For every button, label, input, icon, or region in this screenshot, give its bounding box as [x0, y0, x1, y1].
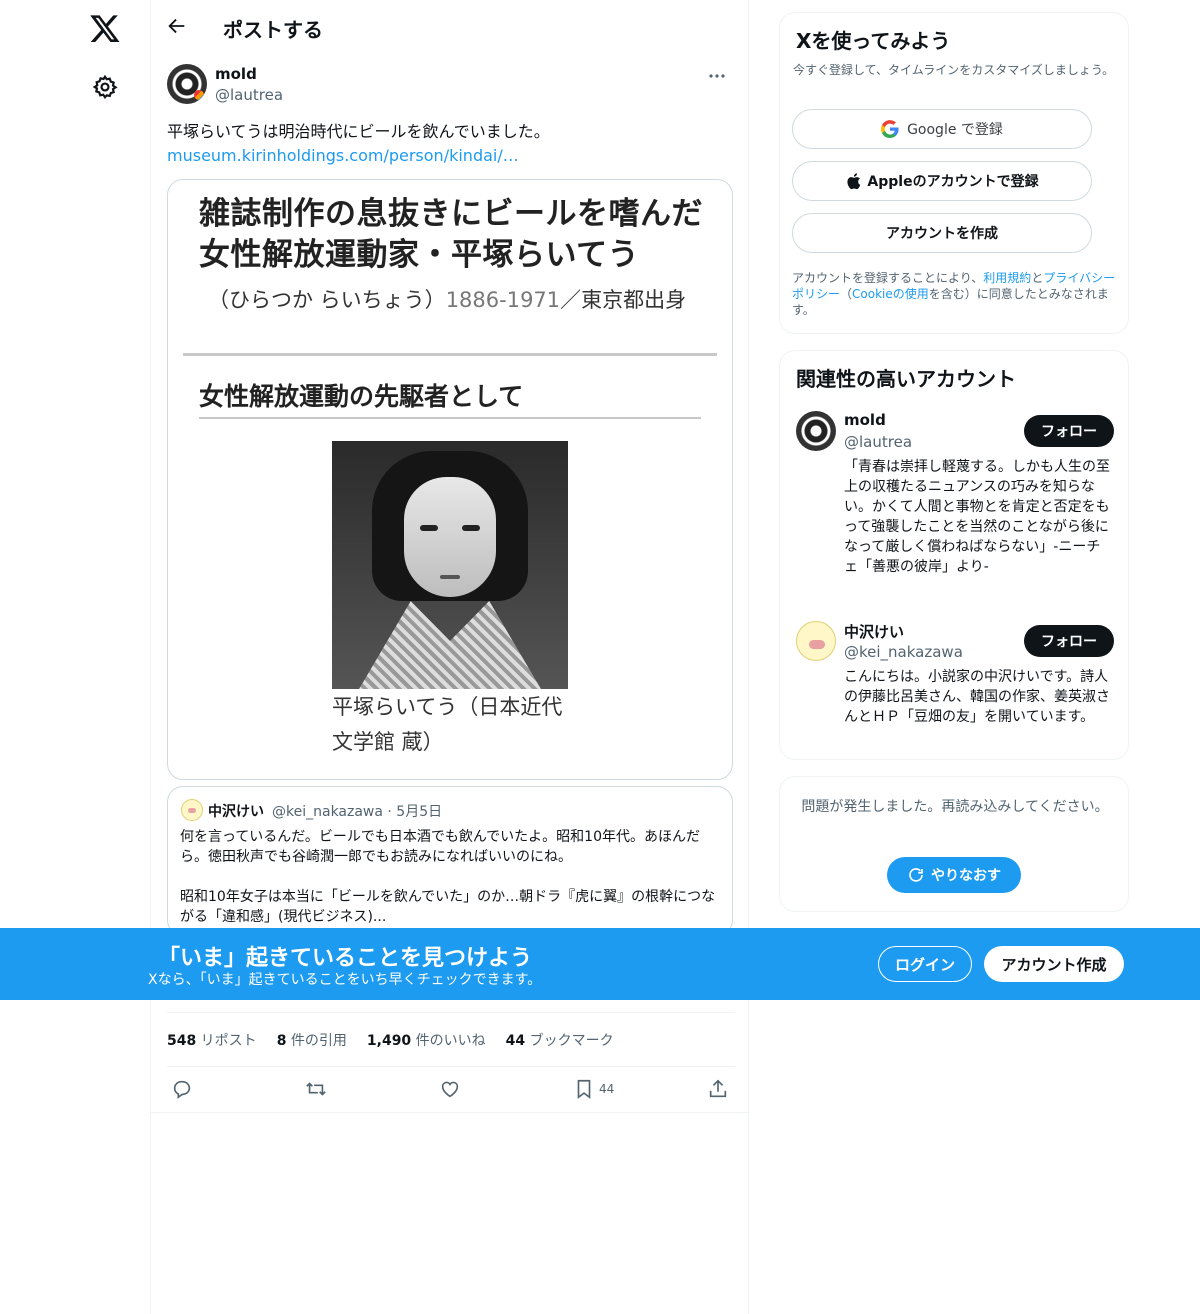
related-user[interactable]: mold @lautrea フォロー 「青春は崇拝し軽蔑する。しかも人生の至上の…	[796, 411, 1114, 601]
banner-subtitle: Xなら、「いま」起きていることをいち早くチェックできます。	[148, 972, 542, 988]
media-reading: （ひらつか らいちょう）	[208, 288, 446, 312]
share-icon[interactable]	[707, 1078, 729, 1100]
photo-caption-line1: 平塚らいてう（日本近代	[332, 695, 563, 719]
retry-label: やりなおす	[931, 868, 1001, 884]
apple-icon	[847, 173, 861, 190]
bookmark-count: 44	[599, 1082, 615, 1096]
related-user[interactable]: 中沢けい @kei_nakazawa フォロー こんにちは。小説家の中沢けいです…	[796, 621, 1114, 751]
author-name[interactable]: mold	[215, 65, 257, 83]
create-account-button[interactable]: アカウントを作成	[792, 213, 1092, 253]
media-section-title: 女性解放運動の先駆者として	[199, 382, 524, 411]
media-heading-line1: 雑誌制作の息抜きにビールを嗜んだ	[199, 196, 703, 232]
media-heading-line2: 女性解放運動家・平塚らいてう	[199, 237, 640, 273]
related-user-bio: こんにちは。小説家の中沢けいです。詩人の伊藤比呂美さん、韓国の作家、姜英淑さんと…	[844, 669, 1110, 725]
post-actions: 44	[167, 1076, 735, 1104]
post-stats: 548 リポスト 8 件の引用 1,490 件のいいね 44 ブックマーク	[167, 1030, 614, 1050]
divider	[183, 353, 717, 356]
post-author: mold @lautrea	[167, 64, 735, 108]
reply-icon[interactable]	[171, 1078, 193, 1100]
related-user-handle[interactable]: @kei_nakazawa	[844, 643, 963, 661]
quotes-stat[interactable]: 8 件の引用	[277, 1030, 347, 1050]
avatar	[181, 799, 203, 821]
post-text: 平塚らいてうは明治時代にビールを飲んでいました。 museum.kirinhol…	[167, 120, 735, 168]
photo-caption: 平塚らいてう（日本近代 文学館 蔵）	[332, 690, 562, 760]
login-button[interactable]: ログイン	[878, 946, 972, 982]
apple-signup-label: Appleのアカウントで登録	[867, 174, 1039, 190]
quote-author-meta: @kei_nakazawa · 5月5日	[272, 804, 443, 820]
login-banner: 「いま」起きていることを見つけよう Xなら、「いま」起きていることをいち早くチェ…	[0, 928, 1200, 1000]
likes-stat[interactable]: 1,490 件のいいね	[367, 1030, 486, 1050]
media-heading: 雑誌制作の息抜きにビールを嗜んだ 女性解放運動家・平塚らいてう	[199, 194, 703, 276]
repost-icon[interactable]	[305, 1078, 327, 1100]
media-subheading: （ひらつか らいちょう）1886-1971／東京都出身	[208, 284, 686, 314]
related-user-name[interactable]: 中沢けい	[844, 621, 904, 642]
divider	[199, 417, 701, 419]
gear-icon[interactable]	[92, 74, 118, 100]
post-body: 平塚らいてうは明治時代にビールを飲んでいました。	[167, 122, 550, 141]
signup-card: Xを使ってみよう 今すぐ登録して、タイムラインをカスタマイズしましょう。 Goo…	[779, 12, 1129, 334]
google-signup-button[interactable]: Google で登録	[792, 109, 1092, 149]
related-title: 関連性の高いアカウント	[796, 367, 1016, 391]
author-handle[interactable]: @lautrea	[215, 86, 283, 104]
related-user-handle[interactable]: @lautrea	[844, 433, 912, 451]
left-nav	[0, 0, 150, 1314]
quote-author-name: 中沢けい	[208, 804, 264, 820]
avatar[interactable]	[796, 621, 836, 661]
divider	[167, 1012, 735, 1013]
google-signup-label: Google で登録	[907, 122, 1003, 138]
divider	[167, 1066, 735, 1067]
quoted-post[interactable]: 中沢けい @kei_nakazawa · 5月5日 何を言っているんだ。ビールで…	[167, 786, 733, 936]
related-user-bio: 「青春は崇拝し軽蔑する。しかも人生の至上の収穫たるニュアンスの巧みを知らない。か…	[844, 459, 1110, 575]
like-icon[interactable]	[439, 1078, 461, 1100]
signup-title: Xを使ってみよう	[796, 29, 951, 53]
terms-link[interactable]: 利用規約	[983, 271, 1031, 285]
divider	[151, 1112, 750, 1113]
terms-text: アカウントを登録することにより、利用規約とプライバシーポリシー（Cookieの使…	[792, 271, 1116, 317]
photo-caption-line2: 文学館 蔵）	[332, 730, 444, 754]
error-message: 問題が発生しました。再読み込みしてください。	[801, 799, 1109, 815]
apple-signup-button[interactable]: Appleのアカウントで登録	[792, 161, 1092, 201]
post-link[interactable]: museum.kirinholdings.com/person/kindai/…	[167, 144, 735, 168]
main-column: ポストする mold @lautrea 平塚らいてうは明治時代にビールを飲んでい…	[150, 0, 750, 1314]
media-origin: ／東京都出身	[560, 288, 687, 312]
google-icon	[881, 120, 899, 138]
related-accounts-card: 関連性の高いアカウント mold @lautrea フォロー 「青春は崇拝し軽蔑…	[779, 350, 1129, 760]
back-arrow-icon[interactable]	[166, 15, 188, 37]
bookmark-icon[interactable]	[573, 1078, 595, 1100]
follow-button[interactable]: フォロー	[1024, 415, 1114, 447]
cookie-link[interactable]: Cookieの使用	[852, 287, 929, 301]
media-years: 1886-1971	[445, 288, 561, 312]
related-user-name[interactable]: mold	[844, 411, 886, 429]
reposts-stat[interactable]: 548 リポスト	[167, 1030, 257, 1050]
post-media[interactable]: 雑誌制作の息抜きにビールを嗜んだ 女性解放運動家・平塚らいてう （ひらつか らい…	[167, 179, 733, 780]
signup-button[interactable]: アカウント作成	[984, 946, 1124, 982]
portrait-photo	[332, 441, 568, 689]
refresh-icon	[909, 868, 923, 882]
avatar[interactable]	[167, 64, 207, 104]
bookmarks-stat[interactable]: 44 ブックマーク	[506, 1030, 614, 1050]
avatar[interactable]	[796, 411, 836, 451]
x-logo-icon[interactable]	[89, 12, 121, 44]
page-title: ポストする	[223, 18, 323, 42]
follow-button[interactable]: フォロー	[1024, 625, 1114, 657]
signup-subtitle: 今すぐ登録して、タイムラインをカスタマイズしましょう。	[793, 63, 1115, 77]
page-header: ポストする	[151, 0, 750, 54]
error-card: 問題が発生しました。再読み込みしてください。 やりなおす	[779, 776, 1129, 912]
more-options-icon[interactable]	[707, 68, 727, 84]
quote-text: 何を言っているんだ。ビールでも日本酒でも飲んでいたよ。昭和10年代。あほんだら。…	[180, 829, 716, 925]
retry-button[interactable]: やりなおす	[887, 857, 1021, 893]
banner-title: 「いま」起きていることを見つけよう	[158, 946, 533, 971]
